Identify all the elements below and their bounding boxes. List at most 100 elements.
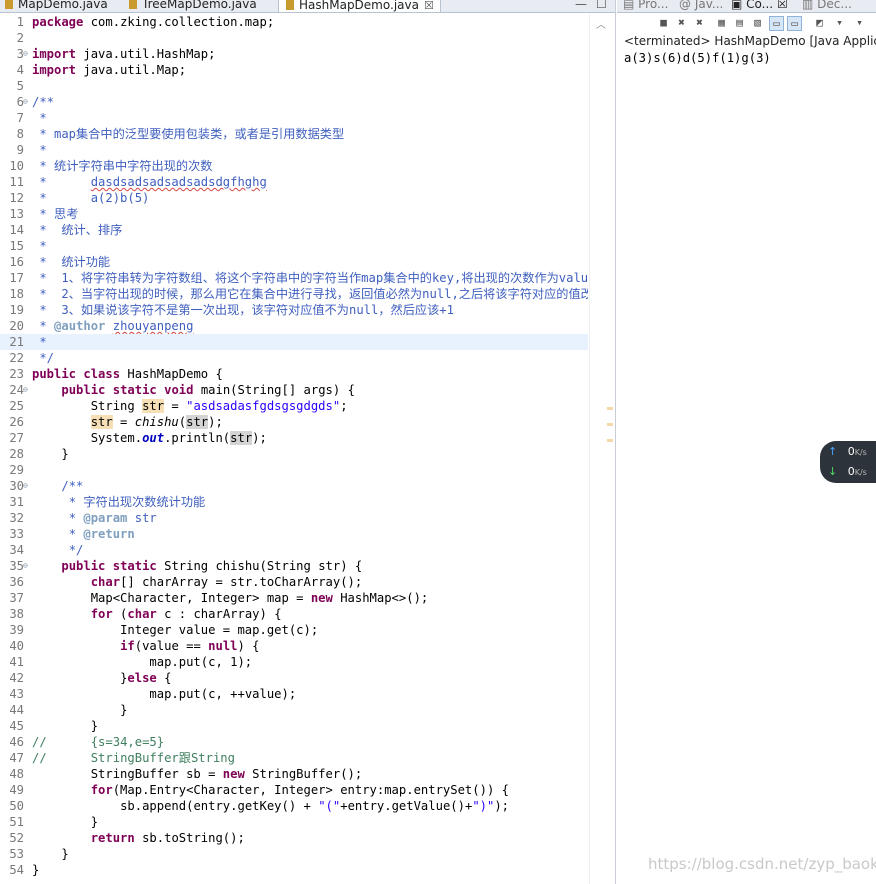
code-line: 47// StringBuffer跟String xyxy=(9,751,235,765)
code-line: 48 StringBuffer sb = new StringBuffer(); xyxy=(9,767,363,781)
code-line: 15 * xyxy=(9,239,47,253)
download-arrow-icon: ↓ xyxy=(828,465,838,478)
code-line: 3 ⊖ import java.util.HashMap; xyxy=(16,46,216,62)
minimize-icon[interactable]: — xyxy=(575,0,587,11)
editor-tab-bar: MapDemo.java TreeMapDemo.java HashMapDem… xyxy=(0,0,615,13)
code-line: 53 } xyxy=(9,847,69,861)
code-line: 42 }else { xyxy=(9,671,172,685)
fold-icon[interactable]: ⊖ xyxy=(23,558,28,574)
code-line: 10 * 统计字符串中字符出现的次数 xyxy=(9,159,213,173)
fold-icon[interactable]: ⊖ xyxy=(23,46,28,62)
open-console-icon[interactable]: ▾ xyxy=(853,16,866,29)
word-wrap-icon[interactable]: ▧ xyxy=(751,16,764,29)
code-line: 17 * 1、将字符串转为字符数组、将这个字符串中的字符当作map集合中的key… xyxy=(9,271,588,285)
scroll-up-icon[interactable]: ︿ xyxy=(596,16,606,31)
code-line: 45 } xyxy=(9,719,99,733)
code-line: 22 */ xyxy=(9,351,55,365)
code-line: 38 for (char c : charArray) { xyxy=(9,607,282,621)
close-tab-icon[interactable]: ☒ xyxy=(424,0,434,12)
tab-label: TreeMapDemo.java xyxy=(142,0,257,11)
console-status: <terminated> HashMapDemo [Java Applicati… xyxy=(624,34,876,48)
code-line: 46// {s=34,e=5} xyxy=(9,735,165,749)
occurrence-marker[interactable] xyxy=(607,423,613,426)
console-output[interactable]: a(3)s(6)d(5)f(1)g(3) xyxy=(617,50,876,66)
code-line: 33 * @return xyxy=(9,527,135,541)
network-speed-widget[interactable]: ↑ 0K/s ↓ 0K/s xyxy=(820,441,876,483)
code-line: 1 package com.zking.collection.map; xyxy=(16,15,275,29)
code-line: 39 Integer value = map.get(c); xyxy=(9,623,319,637)
tab-project-explorer[interactable]: ▤ Pro... xyxy=(623,0,668,12)
code-line: 13 * 思考 xyxy=(9,207,79,221)
tab-treemapdemo[interactable]: TreeMapDemo.java xyxy=(128,0,257,12)
occurrence-marker[interactable] xyxy=(607,407,613,410)
code-line: 54} xyxy=(9,863,40,877)
tab-label: MapDemo.java xyxy=(18,0,108,11)
code-line: 30 ⊖ /** xyxy=(9,478,84,494)
project-icon: ▤ xyxy=(623,0,639,11)
code-line: 4 import java.util.Map; xyxy=(16,63,187,77)
pin-console-icon[interactable]: ◩ xyxy=(813,16,826,29)
code-line: 2 xyxy=(16,31,24,45)
view-tab-bar: ▤ Pro... @ Jav... ▣ Co... ☒ ▥ Dec... xyxy=(617,0,876,13)
code-line: 5 xyxy=(16,79,24,93)
tab-hashmapdemo[interactable]: HashMapDemo.java ☒ xyxy=(278,0,441,12)
java-file-icon xyxy=(128,0,138,9)
show-on-stderr-icon[interactable]: ▭ xyxy=(787,16,802,31)
code-line: 28 } xyxy=(9,447,69,461)
code-line: 26 str = chishu(str); xyxy=(9,415,223,429)
code-line: 36 char[] charArray = str.toCharArray(); xyxy=(9,575,363,589)
terminate-icon[interactable]: ■ xyxy=(657,16,670,29)
code-line: 24 ⊖ public static void main(String[] arg… xyxy=(9,382,355,398)
code-line: 37 Map<Character, Integer> map = new Has… xyxy=(9,591,429,605)
scroll-lock-icon[interactable]: ▤ xyxy=(733,16,746,29)
code-line: 11 * dasdsadsadsadsadsdgfhghg xyxy=(9,175,267,189)
code-line: 12 * a(2)b(5) xyxy=(9,191,150,205)
code-line: 49 for(Map.Entry<Character, Integer> ent… xyxy=(9,783,509,797)
decompiler-icon: ▥ xyxy=(802,0,818,11)
javadoc-icon: @ xyxy=(679,0,695,11)
code-line: 31 * 字符出现次数统计功能 xyxy=(9,495,206,509)
show-on-stdout-icon[interactable]: ▭ xyxy=(769,16,784,31)
code-line: 35 ⊖ public static String chishu(String s… xyxy=(9,558,363,574)
current-line: 21 * xyxy=(0,334,588,350)
tab-decompiler[interactable]: ▥ Dec... xyxy=(802,0,852,12)
code-line: 18 * 2、当字符出现的时候，那么用它在集合中进行寻找，返回值必然为null,… xyxy=(9,287,588,301)
tab-javadoc[interactable]: @ Jav... xyxy=(679,0,723,12)
code-line: 29 xyxy=(9,463,24,477)
code-line: 32 * @param str xyxy=(9,511,157,525)
fold-icon[interactable]: ⊖ xyxy=(23,382,28,398)
code-line: 14 * 统计、排序 xyxy=(9,223,123,237)
code-line: 34 */ xyxy=(9,543,84,557)
fold-icon[interactable]: ⊖ xyxy=(23,478,28,494)
code-line: 9 * xyxy=(16,143,47,157)
console-toolbar: ■ ✖ ✖ ▦ ▤ ▧ ▭ ▭ ◩ ▾ ▾ xyxy=(617,13,876,33)
download-speed: ↓ 0K/s xyxy=(828,465,867,478)
overview-ruler[interactable]: ︿ xyxy=(589,14,615,884)
code-line: 51 } xyxy=(9,815,99,829)
code-line: 41 map.put(c, 1); xyxy=(9,655,253,669)
code-line: 20 * @author zhouyanpeng xyxy=(9,319,194,333)
occurrence-marker[interactable] xyxy=(607,439,613,442)
clear-console-icon[interactable]: ▦ xyxy=(715,16,728,29)
code-line: 7 * xyxy=(16,111,47,125)
code-line: 25 String str = "asdsadasfgdsgsgdgds"; xyxy=(9,399,348,413)
code-line: 23 public class HashMapDemo { xyxy=(9,367,223,381)
fold-icon[interactable]: ⊖ xyxy=(23,94,28,110)
upload-speed: ↑ 0K/s xyxy=(828,445,867,458)
code-line: 40 if(value == null) { xyxy=(9,639,260,653)
maximize-icon[interactable]: ☐ xyxy=(596,0,607,11)
tab-mapdemo[interactable]: MapDemo.java xyxy=(4,0,108,12)
tab-console[interactable]: ▣ Co... ☒ xyxy=(731,0,788,12)
close-tab-icon[interactable]: ☒ xyxy=(777,0,788,11)
remove-launch-icon[interactable]: ✖ xyxy=(675,16,688,29)
code-line: 52 return sb.toString(); xyxy=(9,831,245,845)
code-line: 19 * 3、如果说该字符不是第一次出现，该字符对应值不为null，然后应该+1 xyxy=(9,303,454,317)
code-line: 16 * 统计功能 xyxy=(9,255,111,269)
java-file-icon xyxy=(4,0,14,9)
remove-all-icon[interactable]: ✖ xyxy=(693,16,706,29)
display-console-icon[interactable]: ▾ xyxy=(833,16,846,29)
code-line: 8 * map集合中的泛型要使用包装类，或者是引用数据类型 xyxy=(16,127,345,141)
code-line: 50 sb.append(entry.getKey() + "("+entry.… xyxy=(9,799,510,813)
code-area[interactable]: 1 package com.zking.collection.map; 2 3 ⊖ i… xyxy=(0,14,588,884)
console-icon: ▣ xyxy=(731,0,747,11)
